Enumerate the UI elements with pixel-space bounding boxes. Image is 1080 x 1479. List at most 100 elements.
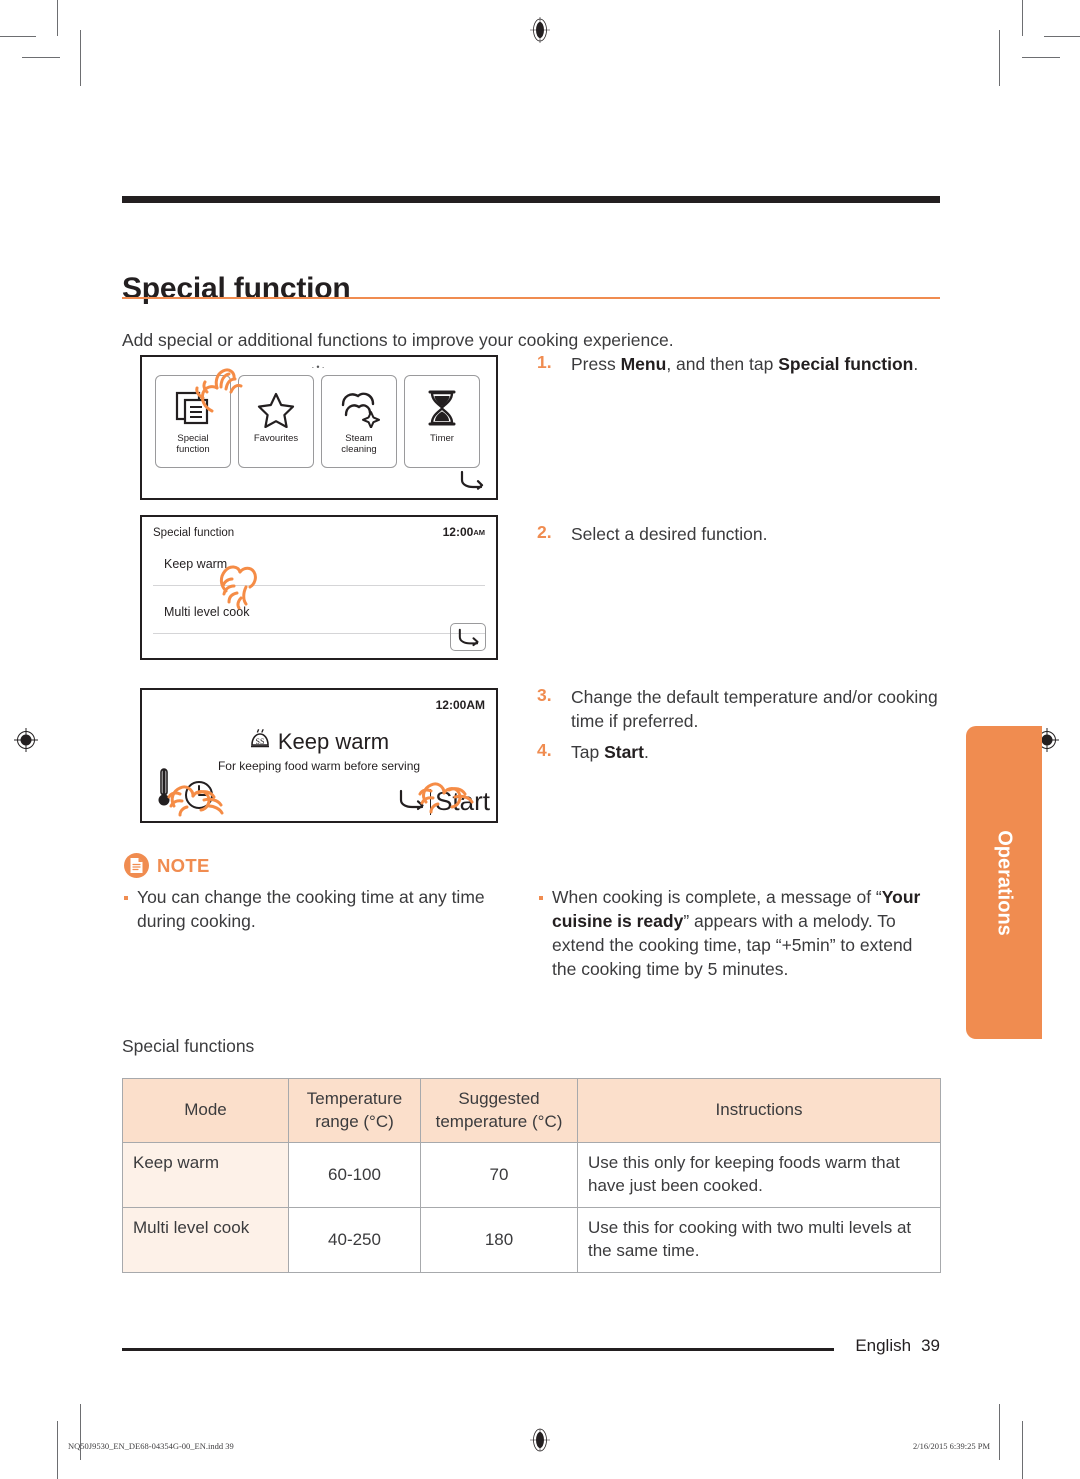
page-dots-indicator: ·•·: [311, 362, 327, 372]
list-item[interactable]: Multi level cook: [164, 605, 249, 619]
note-bullet: When cooking is complete, a message of “…: [537, 886, 932, 982]
documents-icon: [173, 385, 213, 431]
lcd-panel-mode-detail: 12:00AM SS Keep warm For keeping food wa…: [140, 688, 498, 823]
registration-mark-left: [13, 727, 39, 753]
step-text: Press Menu, and then tap Special functio…: [571, 354, 919, 374]
cell-instructions: Use this for cooking with two multi leve…: [577, 1207, 941, 1273]
slug-divider: [1022, 1421, 1023, 1455]
lcd-screen-title: Special function: [153, 527, 235, 539]
step-number: 4.: [537, 740, 552, 760]
back-arrow-icon[interactable]: [450, 623, 486, 651]
step-item: 2. Select a desired function.: [537, 522, 937, 546]
table-header-row: Mode Temperature range (°C) Suggested temp…: [122, 1077, 941, 1144]
crop-mark: [80, 1404, 81, 1460]
print-slug-timestamp: 2/16/2015 6:39:25 PM: [913, 1441, 990, 1451]
page-title: Special function: [122, 272, 351, 306]
cell-suggested: 70: [420, 1142, 578, 1209]
column-header-temperature-range: Temperature range (°C): [288, 1077, 421, 1144]
crop-mark: [1044, 36, 1080, 37]
section-tab-label: Operations: [993, 829, 1016, 936]
menu-tile-label: Favourites: [253, 433, 299, 444]
step-number: 1.: [537, 352, 552, 372]
intro-paragraph: Add special or additional functions to i…: [122, 329, 674, 350]
crop-mark: [80, 30, 81, 86]
menu-tile-favourites[interactable]: Favourites: [238, 375, 314, 468]
lcd-clock: 12:00AM: [435, 698, 485, 712]
table-caption: Special functions: [122, 1036, 255, 1056]
cell-mode: Keep warm: [122, 1142, 289, 1209]
column-header-suggested-temperature: Suggested temperature (°C): [420, 1077, 578, 1144]
cell-range: 60-100: [288, 1142, 421, 1209]
lcd-panel-menu: ·•· Special function Favourites Steam cl…: [140, 355, 498, 500]
crop-mark: [0, 36, 36, 37]
mode-title-label: Keep warm: [277, 729, 390, 754]
step-item: 1. Press Menu, and then tap Special func…: [537, 352, 937, 376]
crop-mark: [22, 57, 60, 58]
crop-mark: [1022, 0, 1023, 36]
special-functions-table: Mode Temperature range (°C) Suggested temp…: [122, 1077, 941, 1273]
cell-range: 40-250: [288, 1207, 421, 1273]
crop-mark: [999, 1404, 1000, 1460]
menu-tile-label: Special function: [176, 433, 210, 455]
back-arrow-icon[interactable]: [456, 467, 486, 491]
cell-instructions: Use this only for keeping foods warm tha…: [577, 1142, 941, 1209]
divider: [430, 788, 432, 815]
manual-page: Special function Add special or addition…: [0, 0, 1080, 1479]
mode-title-row: SS Keep warm: [142, 728, 496, 756]
title-underline: [122, 297, 940, 299]
thermometer-icon[interactable]: [156, 766, 172, 815]
footer-language: English: [855, 1336, 912, 1355]
column-header-mode: Mode: [122, 1077, 289, 1144]
crop-mark: [1022, 57, 1060, 58]
clock-icon[interactable]: [182, 776, 216, 815]
footer-rule: [122, 1348, 834, 1351]
print-slug-filename: NQ50J9530_EN_DE68-04354G-00_EN.indd 39: [68, 1441, 234, 1451]
footer-text: English 39: [855, 1336, 940, 1356]
lcd-header: Special function 12:00AM: [153, 525, 485, 539]
note-document-icon: [124, 853, 149, 878]
steam-icon: [338, 385, 380, 431]
note-label: NOTE: [157, 854, 210, 876]
keep-warm-icon: SS: [249, 728, 271, 756]
registration-mark-bottom: [527, 1427, 553, 1453]
menu-tile-steam-cleaning[interactable]: Steam cleaning: [321, 375, 397, 468]
lcd-clock: 12:00AM: [442, 525, 485, 539]
hourglass-icon: [422, 385, 462, 431]
note-column-left: You can change the cooking time at any t…: [122, 886, 507, 934]
svg-text:SS: SS: [255, 737, 264, 746]
note-bullet: You can change the cooking time at any t…: [122, 886, 507, 934]
list-divider: [153, 633, 485, 634]
page-number: 39: [921, 1336, 940, 1355]
step-text: Select a desired function.: [571, 524, 768, 544]
detail-control-icons: [156, 766, 216, 815]
note-column-right: When cooking is complete, a message of “…: [537, 886, 932, 982]
menu-tile-special-function[interactable]: Special function: [155, 375, 231, 468]
registration-mark-top: [527, 17, 553, 43]
menu-tile-label: Steam cleaning: [341, 433, 377, 455]
start-button[interactable]: Start: [435, 786, 490, 817]
step-number: 2.: [537, 522, 552, 542]
crop-mark: [57, 0, 58, 36]
section-tab-operations: Operations: [966, 726, 1042, 1039]
step-item: 4. Tap Start.: [537, 740, 937, 764]
step-text: Change the default temperature and/or co…: [571, 687, 938, 732]
column-header-instructions: Instructions: [577, 1077, 941, 1144]
slug-divider: [57, 1421, 58, 1455]
star-icon: [256, 385, 296, 431]
crop-mark: [999, 30, 1000, 86]
list-divider: [153, 585, 485, 586]
lcd-panel-function-list: Special function 12:00AM Keep warm Multi…: [140, 515, 498, 660]
table-row: Multi level cook 40-250 180 Use this for…: [122, 1207, 941, 1273]
step-item: 3. Change the default temperature and/or…: [537, 685, 943, 733]
back-arrow-icon[interactable]: [396, 787, 426, 816]
step-number: 3.: [537, 685, 552, 705]
list-item[interactable]: Keep warm: [164, 557, 227, 571]
menu-tile-timer[interactable]: Timer: [404, 375, 480, 468]
step-text: Tap Start.: [571, 742, 649, 762]
header-rule: [122, 196, 940, 203]
menu-tile-label: Timer: [430, 433, 454, 444]
table-row: Keep warm 60-100 70 Use this only for ke…: [122, 1142, 941, 1209]
cell-suggested: 180: [420, 1207, 578, 1273]
menu-tile-row: Special function Favourites Steam cleani…: [155, 375, 480, 468]
cell-mode: Multi level cook: [122, 1207, 289, 1273]
